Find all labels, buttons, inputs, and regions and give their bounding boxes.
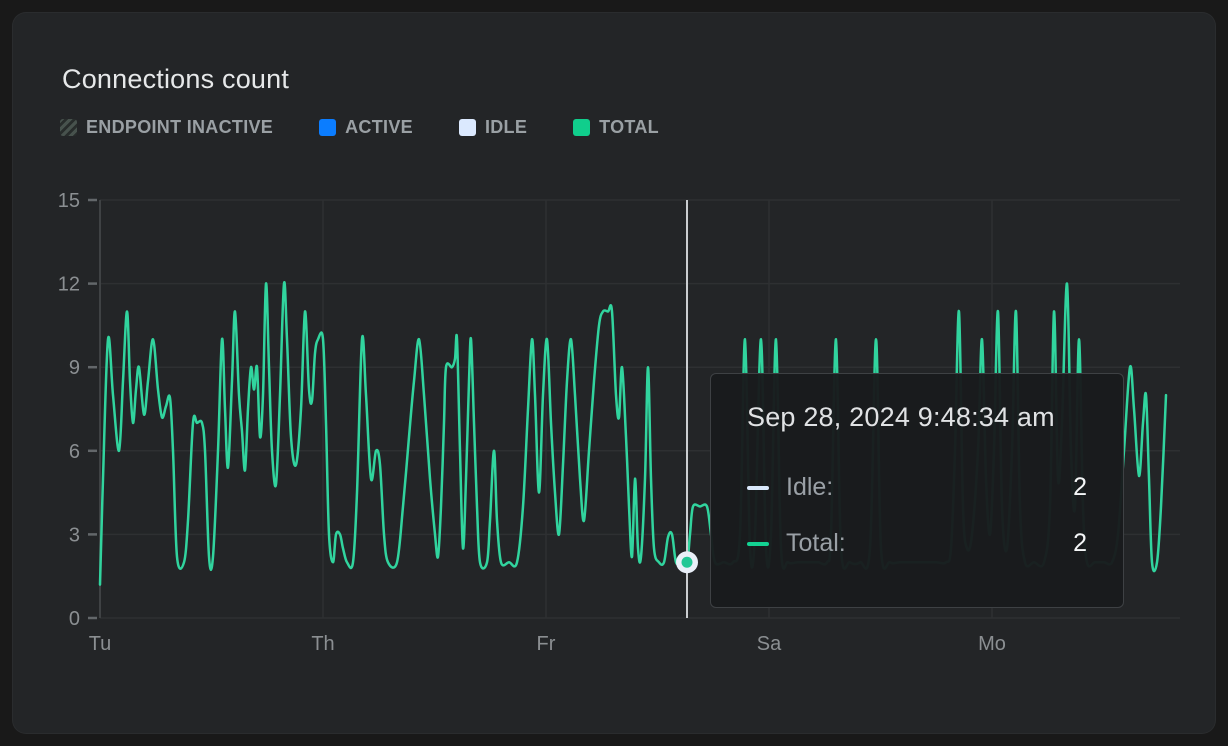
tooltip-rows: Idle: 2 Total: 2 [747,473,1087,558]
x-tick-label: Th [311,633,334,655]
tooltip-row-value: 2 [1073,473,1087,502]
y-tick-label: 3 [69,524,80,546]
x-tick-label: Sa [757,633,782,655]
x-tick-label: Tu [89,633,112,655]
y-tick-label: 6 [69,441,80,463]
y-tick-label: 0 [69,608,80,630]
hover-marker-dot [682,557,693,568]
tooltip-row-idle: Idle: 2 [747,473,1087,502]
series-dash-icon [747,542,769,546]
y-tick-label: 12 [58,274,80,296]
x-tick-label: Fr [537,633,556,655]
series-dash-icon [747,486,769,490]
tooltip-timestamp: Sep 28, 2024 9:48:34 am [747,402,1087,433]
tooltip-row-label: Total: [786,529,846,558]
chart-tooltip: Sep 28, 2024 9:48:34 am Idle: 2 Total: 2 [710,373,1124,608]
tooltip-row-label: Idle: [786,473,833,502]
tooltip-row-total: Total: 2 [747,529,1087,558]
x-tick-label: Mo [978,633,1006,655]
y-tick-label: 15 [58,190,80,212]
y-tick-label: 9 [69,357,80,379]
tooltip-row-value: 2 [1073,529,1087,558]
